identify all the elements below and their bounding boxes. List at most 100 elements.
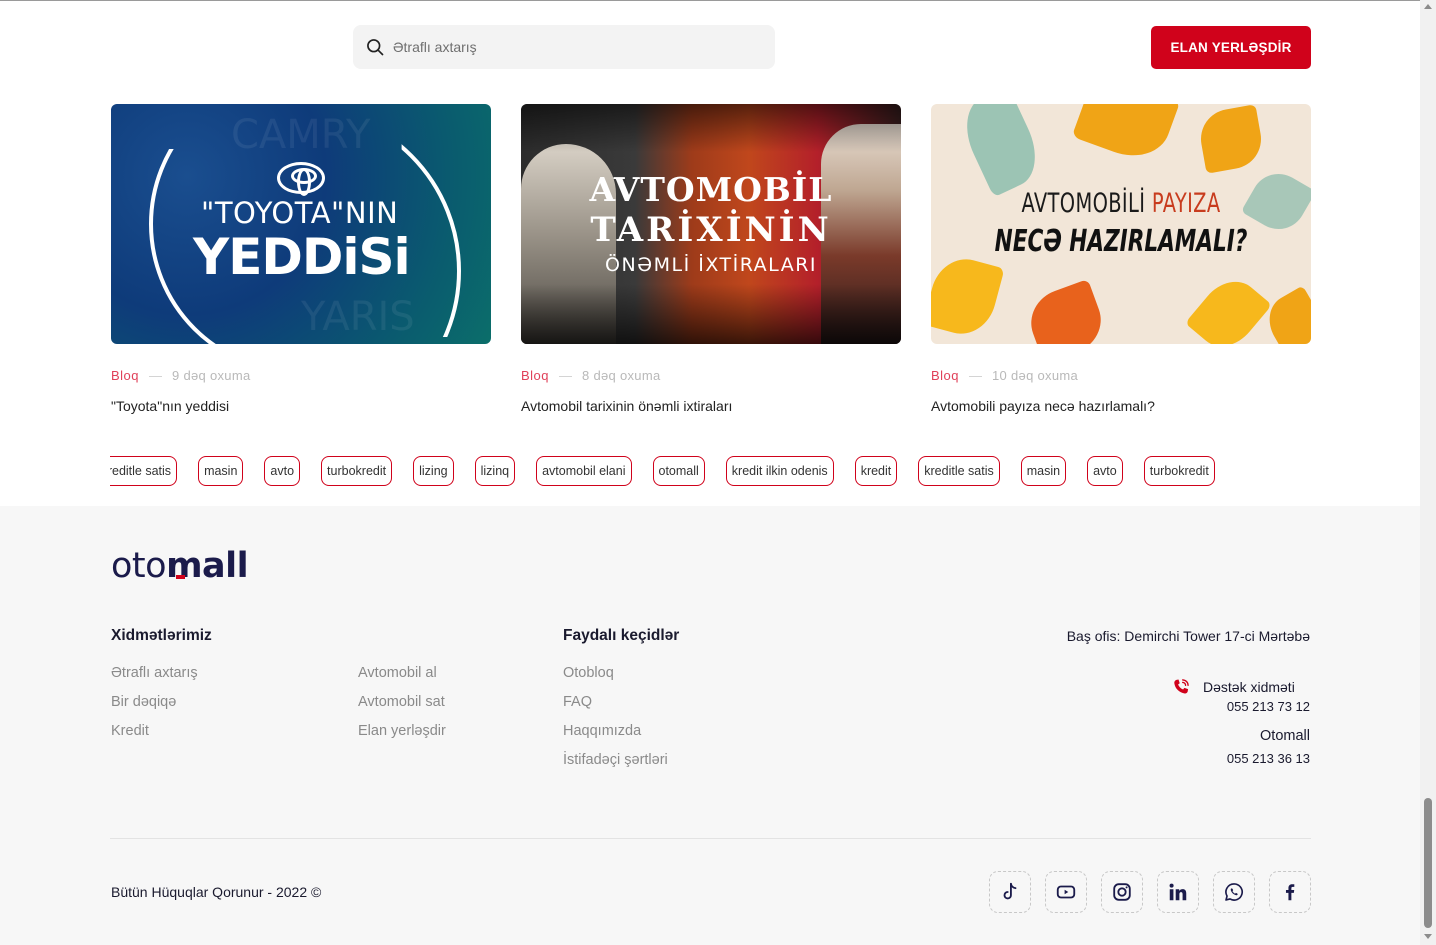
youtube-button[interactable] (1045, 871, 1087, 913)
tag-chip[interactable]: kreditle satis (918, 456, 1000, 486)
facebook-icon (1285, 884, 1295, 901)
card-meta: Bloq — 9 dəq oxuma (111, 368, 491, 383)
separator: — (559, 368, 573, 383)
read-time: 8 dəq oxuma (582, 368, 661, 383)
linkedin-icon (1169, 883, 1187, 901)
tag-chip[interactable]: turbokredit (321, 456, 393, 486)
linkedin-button[interactable] (1157, 871, 1199, 913)
leaf-shape (1021, 278, 1111, 344)
support-row: Dəstək xidməti (1171, 677, 1295, 697)
tag-chip[interactable]: avtomobil elani (536, 456, 632, 486)
tag-list: kredit kreditle satis masin avto turbokr… (110, 456, 1236, 486)
logo-text-bold: mall (166, 546, 249, 586)
post-ad-button[interactable]: ELAN YERLƏŞDİR (1151, 26, 1311, 69)
image-headline: AVTOMOBİL (589, 170, 833, 209)
copyright: Bütün Hüquqlar Qorunur - 2022 © (111, 884, 322, 900)
card-category[interactable]: Bloq (111, 368, 139, 383)
toyota-logo-icon (277, 162, 325, 196)
image-headline-part: AVTOMOBİLİ (1021, 188, 1152, 219)
leaf-shape (1071, 104, 1181, 168)
whatsapp-button[interactable] (1213, 871, 1255, 913)
image-headline: TARİXİNİN (590, 210, 832, 250)
leaf-shape (1196, 104, 1266, 174)
image-headline: NECƏ HAZIRLAMALI? (994, 224, 1248, 259)
logo-text-light: oto (111, 546, 167, 586)
leaf-shape (1184, 269, 1273, 344)
footer-link[interactable]: İstifadəçi şərtləri (563, 752, 668, 768)
whatsapp-icon (1225, 883, 1243, 901)
tag-chip[interactable]: lizing (413, 456, 454, 486)
blog-card[interactable]: CAMRY YARIS "TOYOTA"NIN YEDDiSi Bloq — 9… (111, 104, 491, 414)
image-subheadline: ÖNƏMLİ İXTİRALARI (605, 254, 817, 276)
blog-card-image[interactable]: AVTOMOBİL TARİXİNİN ÖNƏMLİ İXTİRALARI (521, 104, 901, 344)
card-title[interactable]: Avtomobili payıza necə hazırlamalı? (931, 398, 1311, 414)
top-border (0, 0, 1420, 1)
tag-chip[interactable]: lizinq (474, 456, 516, 486)
blog-card-image[interactable]: CAMRY YARIS "TOYOTA"NIN YEDDiSi (111, 104, 491, 344)
footer-divider (110, 838, 1311, 839)
search-box[interactable] (353, 25, 775, 69)
card-category[interactable]: Bloq (931, 368, 959, 383)
phone-icon (1174, 679, 1189, 694)
tag-chip[interactable]: otomall (652, 456, 705, 486)
footer-logo[interactable]: otomall (111, 546, 249, 586)
instagram-icon (1113, 883, 1131, 901)
card-meta: Bloq — 8 dəq oxuma (521, 368, 901, 383)
footer-link[interactable]: Elan yerləşdir (358, 723, 446, 739)
tag-chip[interactable]: masin (1020, 456, 1067, 486)
card-title[interactable]: "Toyota"nın yeddisi (111, 398, 491, 414)
footer: otomall Xidmətlərimiz Ətraflı axtarış Bi… (0, 506, 1420, 945)
support-phone[interactable]: 055 213 73 12 (1110, 699, 1310, 714)
links-heading: Faydalı keçidlər (563, 627, 680, 644)
instagram-button[interactable] (1101, 871, 1143, 913)
blog-card-image[interactable]: AVTOMOBİLİ PAYIZA NECƏ HAZIRLAMALI? (931, 104, 1311, 344)
tag-chip[interactable]: masin (198, 456, 244, 486)
footer-link[interactable]: Avtomobil sat (358, 694, 445, 710)
tag-chip[interactable]: kredit ilkin odenis (725, 456, 834, 486)
watermark: CAMRY (231, 112, 371, 158)
tag-carousel[interactable]: kredit kreditle satis masin avto turbokr… (110, 456, 1311, 487)
image-headline: AVTOMOBİLİ PAYIZA (984, 188, 1258, 219)
card-meta: Bloq — 10 dəq oxuma (931, 368, 1311, 383)
tag-chip[interactable]: turbokredit (1143, 456, 1215, 486)
facebook-button[interactable] (1269, 871, 1311, 913)
tiktok-button[interactable] (989, 871, 1031, 913)
otomall-label: Otomall (1260, 728, 1310, 744)
support-label: Dəstək xidməti (1203, 679, 1295, 695)
tag-chip[interactable]: avto (1087, 456, 1123, 486)
footer-link[interactable]: Ətraflı axtarış (111, 665, 198, 681)
footer-link[interactable]: Kredit (111, 723, 149, 739)
image-headline-accent: PAYIZA (1151, 188, 1221, 219)
tag-chip[interactable]: avto (264, 456, 301, 486)
logo-accent-mark (176, 575, 185, 579)
card-category[interactable]: Bloq (521, 368, 549, 383)
separator: — (969, 368, 983, 383)
footer-link[interactable]: Bir dəqiqə (111, 694, 176, 710)
separator: — (149, 368, 163, 383)
scrollbar-thumb[interactable] (1424, 798, 1432, 928)
tag-chip[interactable]: kreditle satis (110, 456, 178, 486)
search-input[interactable] (393, 39, 753, 55)
blog-card[interactable]: AVTOMOBİL TARİXİNİN ÖNƏMLİ İXTİRALARI Bl… (521, 104, 901, 414)
youtube-icon (1056, 885, 1076, 899)
scroll-up-arrow-icon[interactable] (1424, 4, 1432, 9)
read-time: 9 dəq oxuma (172, 368, 251, 383)
tiktok-icon (1003, 882, 1017, 900)
watermark: YARIS (301, 294, 415, 340)
card-title[interactable]: Avtomobil tarixinin önəmli ixtiraları (521, 398, 901, 414)
services-heading: Xidmətlərimiz (111, 627, 212, 644)
footer-link[interactable]: Otobloq (563, 665, 614, 681)
footer-link[interactable]: Avtomobil al (358, 665, 437, 681)
leaf-shape (1259, 285, 1311, 344)
image-headline: "TOYOTA"NIN (201, 196, 399, 230)
office-address: Baş ofis: Demirchi Tower 17-ci Mərtəbə (1066, 628, 1310, 644)
search-icon (367, 39, 384, 56)
otomall-phone[interactable]: 055 213 36 13 (1110, 751, 1310, 766)
footer-link[interactable]: FAQ (563, 694, 592, 710)
scroll-down-arrow-icon[interactable] (1424, 934, 1432, 939)
tag-chip[interactable]: kredit (854, 456, 898, 486)
read-time: 10 dəq oxuma (992, 368, 1079, 383)
blog-card[interactable]: AVTOMOBİLİ PAYIZA NECƏ HAZIRLAMALI? Bloq… (931, 104, 1311, 414)
footer-link[interactable]: Haqqımızda (563, 723, 641, 739)
leaf-shape (931, 251, 1005, 342)
